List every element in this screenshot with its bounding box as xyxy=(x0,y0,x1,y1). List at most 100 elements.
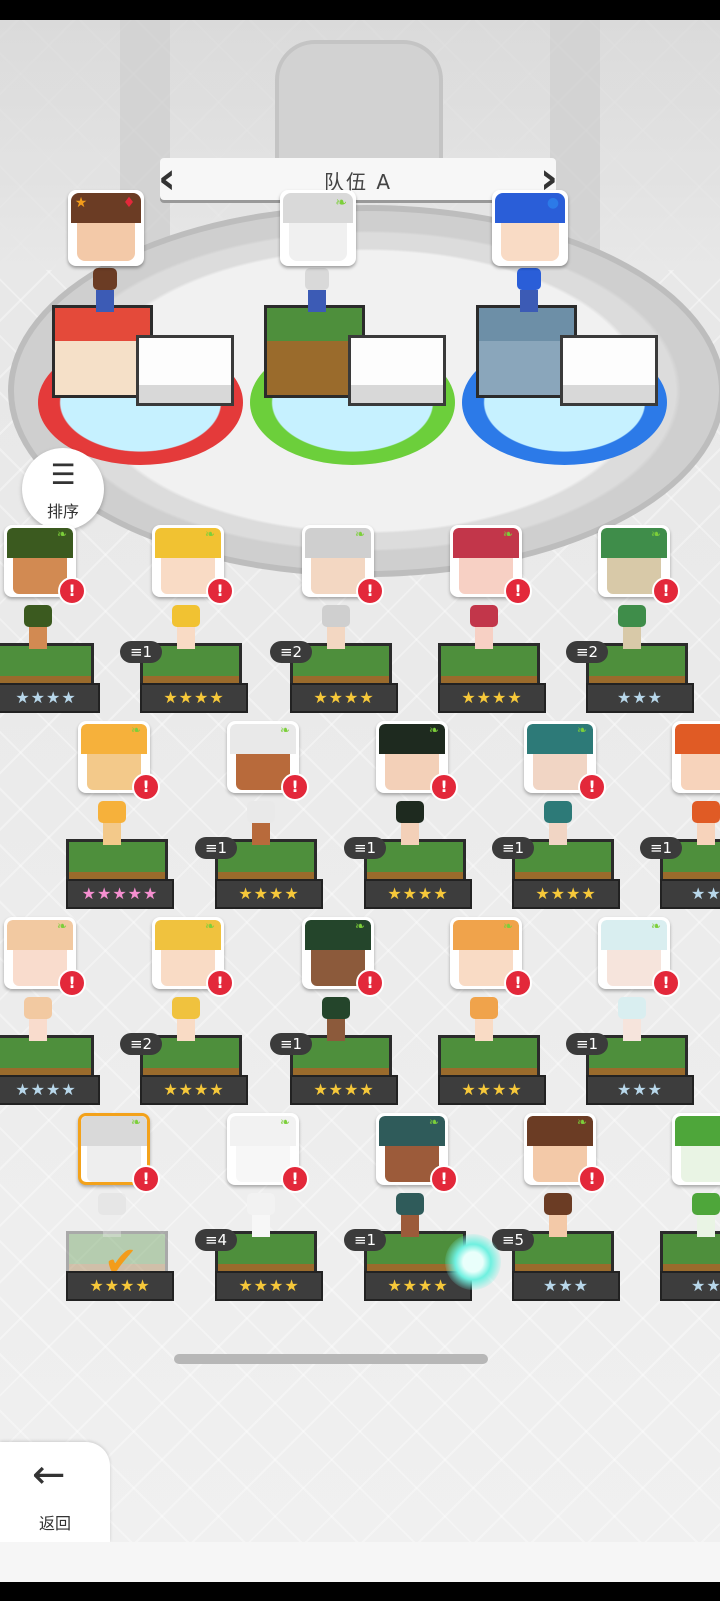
leaf-icon: ❧ xyxy=(280,1115,291,1129)
level-badge: ≡1 xyxy=(566,1033,608,1055)
hero-sprite xyxy=(88,268,122,316)
leaf-icon: ❧ xyxy=(577,1115,588,1129)
team-slot[interactable]: ❧ xyxy=(250,190,470,490)
hero-card[interactable]: ❧! ≡2 ★★★★ xyxy=(120,917,248,1107)
hero-card[interactable]: ❧! ✔ ★★★★ xyxy=(46,1113,174,1303)
back-button[interactable]: ← 返回 xyxy=(0,1442,110,1542)
star-rating: ★★★ xyxy=(660,1271,720,1301)
hero-sprite xyxy=(512,268,546,316)
hero-card[interactable]: ❧! ≡1 ★★★★ xyxy=(344,1113,472,1303)
leaf-icon: ❧ xyxy=(131,723,142,737)
leaf-icon: ❧ xyxy=(429,723,440,737)
alert-icon: ! xyxy=(578,773,606,801)
star-rating: ★★★ xyxy=(660,879,720,909)
sort-icon: ☰ xyxy=(50,458,76,491)
roster-scrollbar[interactable] xyxy=(174,1354,488,1364)
hero-card[interactable]: ❧! ≡1 ★★★★ xyxy=(492,721,620,911)
alert-icon: ! xyxy=(430,1165,458,1193)
alert-icon: ! xyxy=(58,969,86,997)
level-badge: ≡4 xyxy=(195,1229,237,1251)
hero-card[interactable]: ❧! ≡1 ★★★★ xyxy=(344,721,472,911)
alert-icon: ! xyxy=(206,969,234,997)
hero-sprite xyxy=(466,997,502,1045)
star-rating: ★★★★ xyxy=(290,683,398,713)
sparkle-effect xyxy=(445,1234,501,1290)
alert-icon: ! xyxy=(58,577,86,605)
bottom-bar xyxy=(0,1542,720,1582)
leaf-icon: ❧ xyxy=(355,919,366,933)
level-badge: ≡1 xyxy=(270,1033,312,1055)
hero-card[interactable]: ❧! ★★★★ xyxy=(0,917,100,1107)
hero-card[interactable]: ❧!≡1★★★ xyxy=(566,917,694,1107)
hero-sprite xyxy=(318,997,354,1045)
hero-card[interactable]: ❧!★★★ xyxy=(640,1113,720,1303)
arrow-left-icon: ← xyxy=(32,1452,66,1498)
level-badge: ≡1 xyxy=(344,1229,386,1251)
hero-sprite xyxy=(20,605,56,653)
alert-icon: ! xyxy=(132,773,160,801)
hero-sprite xyxy=(168,605,204,653)
pedestal-block xyxy=(476,305,577,398)
leaf-icon: ❧ xyxy=(651,527,662,541)
sort-button[interactable]: ☰ 排序 xyxy=(22,448,104,530)
alert-icon: ! xyxy=(578,1165,606,1193)
alert-icon: ! xyxy=(132,1165,160,1193)
hero-sprite xyxy=(168,997,204,1045)
hero-card[interactable]: ❧! ★★★★ xyxy=(418,525,546,715)
hero-portrait[interactable] xyxy=(672,1113,720,1185)
hero-sprite xyxy=(614,605,650,653)
leaf-icon: ❧ xyxy=(57,919,68,933)
hero-card[interactable]: ❧! ≡2 ★★★ xyxy=(566,525,694,715)
hero-sprite xyxy=(94,801,130,849)
level-badge: ≡2 xyxy=(566,641,608,663)
star-rating: ★★★★ xyxy=(140,683,248,713)
star-rating: ★★★ xyxy=(586,1075,694,1105)
alert-icon: ! xyxy=(504,577,532,605)
star-rating: ★★★★★ xyxy=(66,879,174,909)
hero-card[interactable]: ❧! ≡2 ★★★★ xyxy=(270,525,398,715)
leaf-icon: ❧ xyxy=(205,527,216,541)
team-slot[interactable]: ★ ♦ xyxy=(38,190,258,490)
star-rating: ★★★★ xyxy=(438,683,546,713)
level-badge: ≡1 xyxy=(195,837,237,859)
empty-pedestal-block xyxy=(136,335,234,406)
game-stage: ‹ 队伍 A › ★ ♦ ❧ ● ☰ 排序 ❧! ★★★★ ❧! ≡1 ★★★★ ❧! ≡2 ★★★… xyxy=(0,20,720,1582)
hero-card[interactable]: ❧! ★★★★ xyxy=(0,525,100,715)
hero-card[interactable]: ❧! ≡4 ★★★★ xyxy=(195,1113,323,1303)
hero-sprite xyxy=(688,801,720,849)
hero-sprite xyxy=(466,605,502,653)
hero-card[interactable]: ❧! ≡1 ★★★★ xyxy=(120,525,248,715)
back-label: 返回 xyxy=(38,1514,71,1533)
alert-icon: ! xyxy=(206,577,234,605)
pedestal-block xyxy=(264,305,365,398)
star-rating: ★★★ xyxy=(512,1271,620,1301)
hero-card[interactable]: ❧! ≡1 ★★★★ xyxy=(195,721,323,911)
level-badge: ≡5 xyxy=(492,1229,534,1251)
star-rating: ★★★★ xyxy=(0,683,100,713)
leaf-icon: ❧ xyxy=(57,527,68,541)
star-rating: ★★★ xyxy=(586,683,694,713)
alert-icon: ! xyxy=(504,969,532,997)
hero-portrait[interactable] xyxy=(672,721,720,793)
level-badge: ≡2 xyxy=(270,641,312,663)
leaf-icon: ❧ xyxy=(503,919,514,933)
hero-card[interactable]: ❧! ≡5 ★★★ xyxy=(492,1113,620,1303)
star-rating: ★★★★ xyxy=(438,1075,546,1105)
hero-card[interactable]: ❧!≡1★★★ xyxy=(640,721,720,911)
level-badge: ≡1 xyxy=(344,837,386,859)
hero-sprite xyxy=(540,801,576,849)
hero-sprite xyxy=(318,605,354,653)
leaf-icon: ❧ xyxy=(280,723,291,737)
hero-sprite xyxy=(243,1193,279,1241)
hero-card[interactable]: ❧! ★★★★★ xyxy=(46,721,174,911)
alert-icon: ! xyxy=(652,577,680,605)
hero-sprite xyxy=(243,801,279,849)
hero-card[interactable]: ❧! ★★★★ xyxy=(418,917,546,1107)
star-rating: ★★★★ xyxy=(512,879,620,909)
star-rating: ★★★★ xyxy=(0,1075,100,1105)
hero-card[interactable]: ❧! ≡1 ★★★★ xyxy=(270,917,398,1107)
team-slot[interactable]: ● xyxy=(462,190,682,490)
leaf-icon: ❧ xyxy=(651,919,662,933)
alert-icon: ! xyxy=(356,969,384,997)
level-badge: ≡1 xyxy=(120,641,162,663)
